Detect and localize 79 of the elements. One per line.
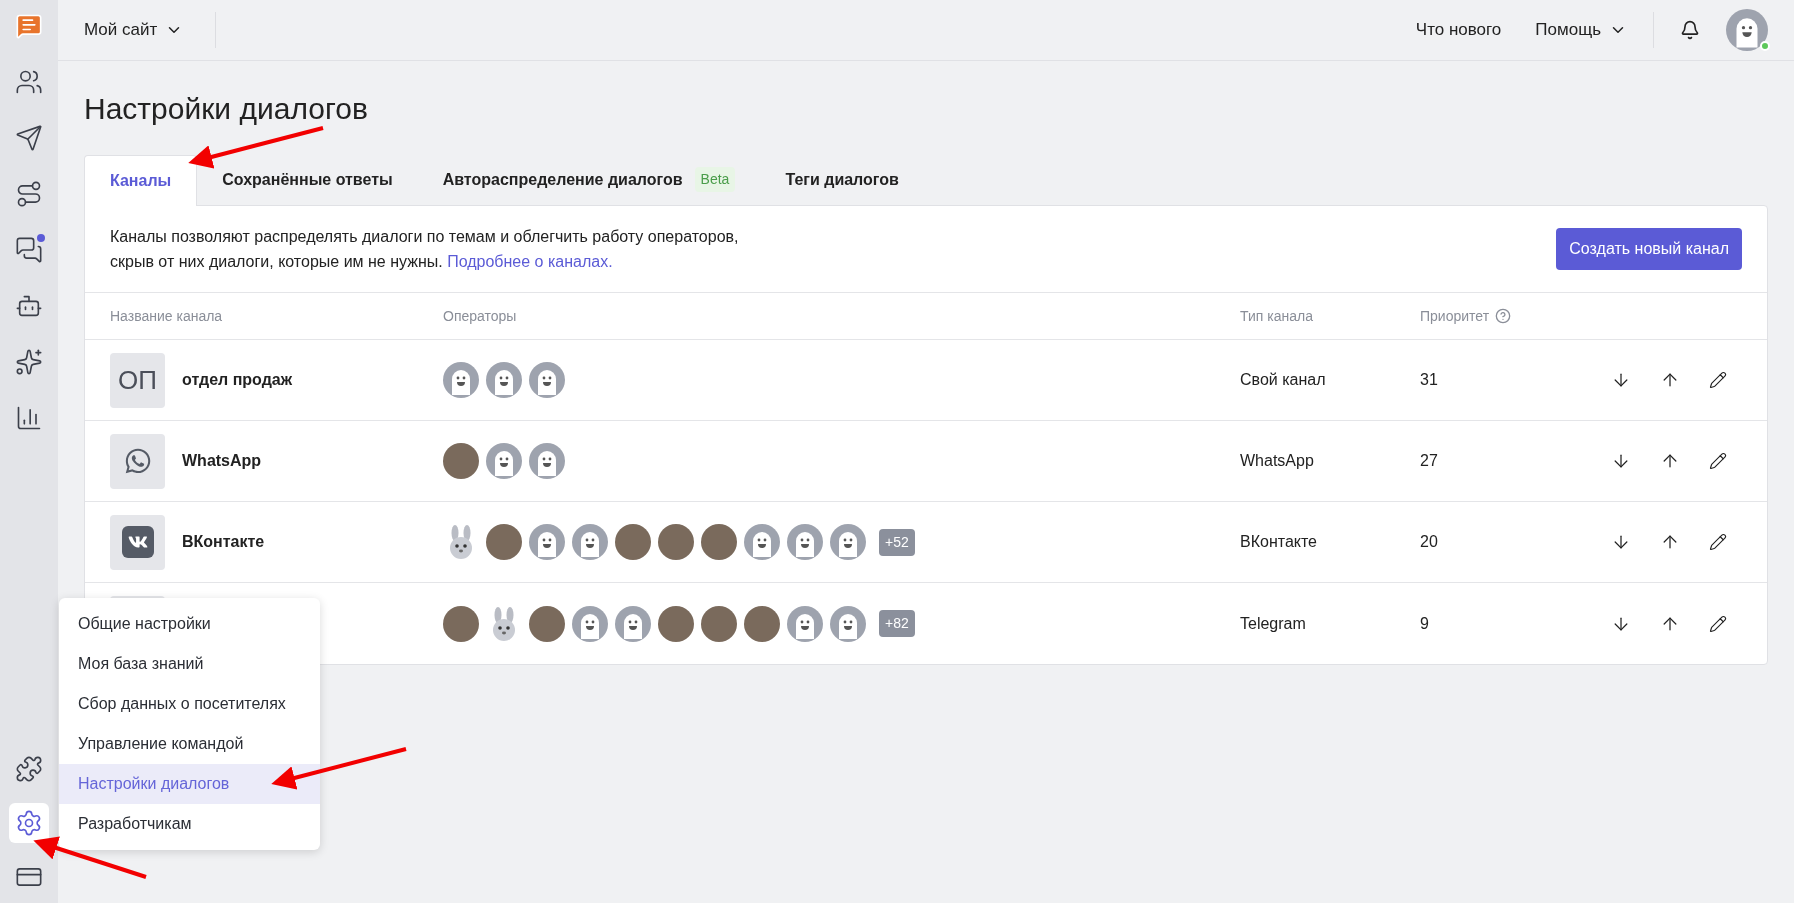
avatar-icon: [744, 524, 780, 560]
avatar-icon: [572, 605, 608, 642]
paper-plane-icon: [15, 124, 43, 152]
avatar-icon: [787, 605, 823, 642]
photo-placeholder: [701, 605, 737, 642]
avatar-icon: [615, 605, 651, 642]
edit-icon[interactable]: [1709, 452, 1727, 470]
avatar-icon: [529, 362, 565, 398]
channel-name: отдел продаж: [182, 370, 293, 390]
whatsapp-icon: [123, 447, 152, 475]
column-header: Название канала: [110, 306, 223, 326]
photo-placeholder: [701, 524, 737, 560]
edit-icon[interactable]: [1709, 533, 1727, 551]
avatar-icon: [486, 362, 522, 398]
users-icon: [15, 68, 43, 96]
photo-placeholder: [486, 524, 522, 560]
photo-placeholder: [658, 524, 694, 560]
channels-description: Каналы позволяют распределять диалоги по темам и облегчить работу операторов, скрыв от них диалоги, которые им не нужны. Подробнее о каналах.: [110, 227, 740, 272]
channel-type: WhatsApp: [1240, 451, 1315, 471]
edit-icon[interactable]: [1709, 614, 1727, 633]
avatar-icon: [830, 605, 866, 642]
priority-value: 27: [1420, 451, 1438, 471]
priority-value: 9: [1420, 613, 1429, 634]
create-channel-button[interactable]: Создать новый канал: [1556, 228, 1742, 270]
tab[interactable]: Теги диалогов: [760, 154, 924, 205]
whats-new-link[interactable]: Что нового: [1415, 17, 1502, 43]
more-operators-badge: +82: [879, 610, 915, 637]
learn-more-link[interactable]: Подробнее о каналах.: [447, 253, 613, 270]
channel-name: ВКонтакте: [182, 532, 265, 552]
site-selector[interactable]: Мой сайт: [84, 12, 217, 48]
beta-badge: Beta: [694, 167, 736, 192]
menu-item[interactable]: Моя база знаний: [59, 644, 320, 684]
channel-type: Telegram: [1240, 613, 1307, 634]
menu-item[interactable]: Разработчикам: [59, 804, 320, 844]
avatar-icon: [787, 524, 823, 560]
channel-initials: ОП: [110, 352, 165, 408]
sparkles-icon: [15, 348, 43, 376]
photo-placeholder: [529, 605, 565, 642]
photo-placeholder: [658, 605, 694, 642]
logo-icon: [15, 12, 43, 40]
avatar-icon: [529, 443, 565, 479]
column-header: Тип канала: [1240, 306, 1313, 326]
avatar-icon: [443, 362, 479, 398]
menu-item[interactable]: Общие настройки: [59, 604, 320, 644]
page-title: Настройки диалогов: [84, 91, 369, 127]
avatar-icon: [572, 524, 608, 560]
edit-icon[interactable]: [1709, 371, 1727, 389]
menu-item[interactable]: Сбор данных о посетителях: [59, 684, 320, 724]
more-operators-badge: +52: [879, 528, 915, 556]
tab[interactable]: Сохранённые ответы: [197, 154, 418, 205]
channel-type: ВКонтакте: [1240, 532, 1318, 552]
bar-chart-icon: [15, 404, 43, 432]
sidebar-item[interactable]: [9, 803, 49, 843]
channel-name: WhatsApp: [182, 451, 262, 471]
priority-value: 31: [1420, 370, 1438, 390]
settings-icon: [15, 809, 43, 837]
column-header: Операторы: [443, 306, 517, 326]
help-menu[interactable]: Помощь: [1535, 12, 1654, 48]
tab[interactable]: Автораспределение диалогов Beta: [417, 154, 761, 205]
tab[interactable]: Каналы: [84, 155, 198, 206]
menu-item[interactable]: Управление командой: [59, 724, 320, 764]
chat-bubbles-icon: [15, 236, 43, 264]
channel-type: Свой канал: [1240, 370, 1327, 390]
photo-placeholder: [443, 443, 479, 479]
user-avatar[interactable]: [1726, 9, 1768, 51]
avatar-icon: [529, 524, 565, 560]
help-icon[interactable]: [1495, 308, 1512, 324]
menu-item[interactable]: Настройки диалогов: [59, 764, 320, 804]
route-icon: [15, 180, 43, 208]
photo-placeholder: [443, 605, 479, 642]
column-header: Приоритет: [1420, 306, 1490, 326]
vk-icon: [121, 526, 154, 558]
avatar-icon: [830, 524, 866, 560]
bell-icon[interactable]: [1680, 20, 1700, 40]
photo-placeholder: [744, 605, 780, 642]
puzzle-icon: [15, 755, 43, 783]
photo-placeholder: [615, 524, 651, 560]
priority-value: 20: [1420, 532, 1438, 552]
avatar-icon: [486, 443, 522, 479]
